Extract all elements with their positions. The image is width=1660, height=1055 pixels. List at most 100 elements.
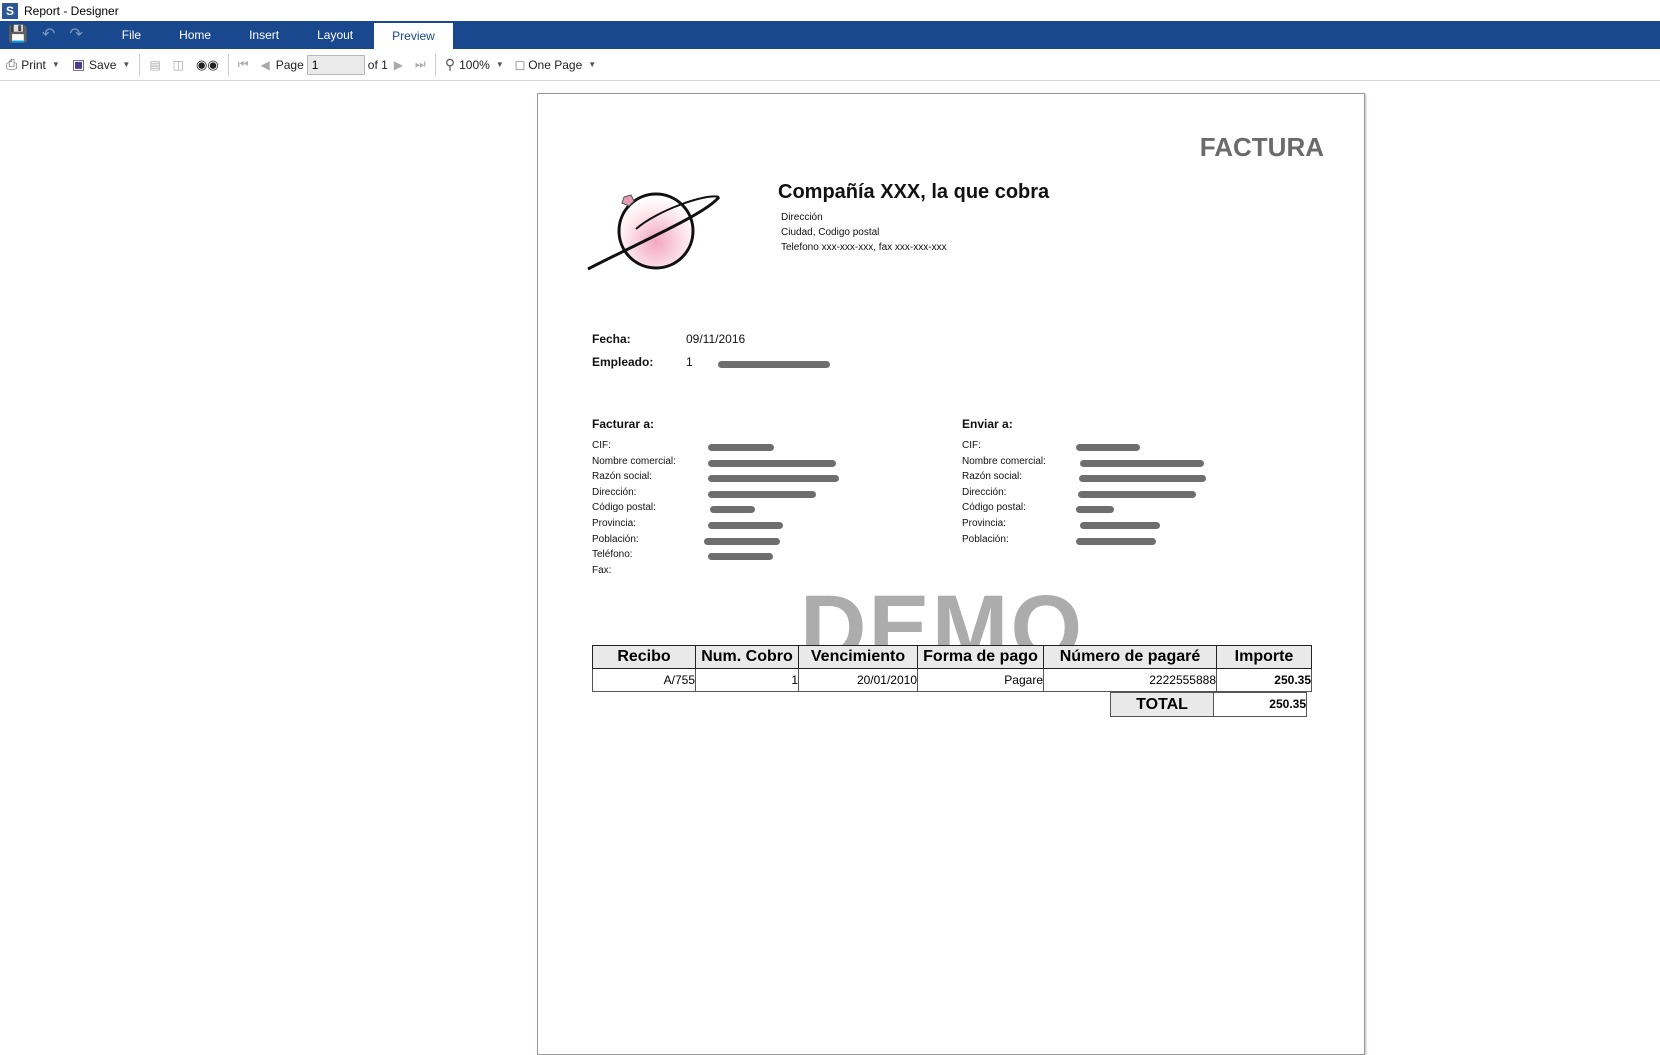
zoom-dropdown[interactable]: ⚲ 100% ▼: [439, 53, 510, 77]
previous-page-button[interactable]: ◀: [255, 53, 276, 77]
chevron-down-icon: ▼: [588, 60, 597, 69]
print-label: Print: [21, 57, 46, 72]
bill-to-field: CIF:: [592, 440, 611, 451]
bill-to-field: Dirección:: [592, 487, 637, 498]
total-row: TOTAL 250.35: [1110, 692, 1307, 717]
column-header: Forma de pago: [917, 645, 1044, 669]
page-label: Page: [275, 57, 304, 72]
chevron-down-icon: ▼: [495, 60, 504, 69]
save-icon[interactable]: 💾: [8, 21, 28, 49]
next-page-button[interactable]: ▶: [388, 53, 409, 77]
redo-icon[interactable]: ↷: [69, 21, 82, 49]
total-value: 250.35: [1214, 692, 1307, 717]
preview-canvas[interactable]: FACTURA Compañía XXX, la que cobra Direc…: [0, 81, 1660, 1055]
zoom-value: 100%: [459, 57, 490, 72]
table-cell: A/755: [592, 668, 696, 692]
redacted-value: [1076, 538, 1156, 545]
fecha-value: 09/11/2016: [686, 332, 746, 346]
redacted-value: [708, 491, 816, 498]
next-page-icon: ▶: [393, 57, 404, 72]
bill-to-field: Teléfono:: [592, 549, 633, 560]
chevron-down-icon: ▼: [51, 60, 60, 69]
redacted-value: [710, 506, 755, 513]
redacted-value: [708, 460, 836, 467]
quick-access-toolbar: 💾 ↶ ↷: [8, 21, 83, 49]
table-header-row: Recibo Num. Cobro Vencimiento Forma de p…: [592, 645, 1312, 669]
app-icon: S: [2, 2, 18, 19]
table-cell: Pagare: [917, 668, 1044, 692]
receipts-table: Recibo Num. Cobro Vencimiento Forma de p…: [592, 645, 1312, 692]
redacted-value: [718, 361, 830, 368]
company-name: Compañía XXX, la que cobra: [778, 181, 1050, 203]
title-bar: S Report - Designer: [0, 0, 1660, 21]
redacted-value: [1080, 522, 1160, 529]
ship-to-field: Población:: [962, 534, 1009, 545]
ship-to-field: Provincia:: [962, 518, 1006, 529]
company-city: Ciudad, Codigo postal: [781, 227, 880, 238]
document-map-button[interactable]: ▤: [143, 53, 166, 77]
bill-to-field: Razón social:: [592, 471, 653, 482]
ship-to-field: Nombre comercial:: [962, 456, 1046, 467]
page-view-icon: □: [515, 56, 525, 73]
toolbar-separator: [139, 53, 141, 76]
ship-to-field: CIF:: [962, 440, 981, 451]
window-title: Report - Designer: [24, 3, 119, 18]
tab-home[interactable]: Home: [160, 21, 230, 49]
redacted-value: [708, 475, 839, 482]
tab-preview[interactable]: Preview: [374, 23, 453, 49]
table-cell: 20/01/2010: [798, 668, 918, 692]
table-cell: 1: [695, 668, 799, 692]
company-phone: Telefono xxx-xxx-xxx, fax xxx-xxx-xxx: [781, 242, 947, 253]
toolbar-separator: [434, 53, 436, 76]
last-page-button[interactable]: ⏭: [409, 53, 432, 77]
redacted-value: [704, 538, 780, 545]
bill-to-field: Provincia:: [592, 518, 636, 529]
redacted-value: [1080, 460, 1204, 467]
ship-to-field: Razón social:: [962, 471, 1023, 482]
report-page: FACTURA Compañía XXX, la que cobra Direc…: [537, 93, 1365, 1055]
first-page-button[interactable]: ⏮: [232, 53, 255, 77]
printer-icon: ⎙: [6, 56, 18, 72]
preview-toolbar: ⎙ Print ▼ ▣ Save ▼ ▤ ◫ ◉◉ ⏮ ◀ Page of 1 …: [0, 49, 1660, 81]
toolbar-separator: [227, 53, 229, 76]
page-number-input[interactable]: [306, 54, 365, 75]
parameters-button[interactable]: ◫: [167, 53, 190, 77]
redacted-value: [1076, 506, 1114, 513]
bill-to-field: Fax:: [592, 565, 612, 576]
fecha-label: Fecha:: [592, 332, 631, 346]
table-row: A/755 1 20/01/2010 Pagare 2222555888 250…: [592, 668, 1312, 692]
column-header: Num. Cobro: [695, 645, 799, 669]
column-header: Recibo: [592, 645, 696, 669]
table-cell: 2222555888: [1043, 668, 1217, 692]
floppy-icon: ▣: [71, 56, 86, 72]
tab-insert[interactable]: Insert: [230, 21, 298, 49]
save-button[interactable]: ▣ Save ▼: [66, 53, 137, 77]
print-button[interactable]: ⎙ Print ▼: [0, 53, 66, 77]
table-cell: 250.35: [1216, 668, 1312, 692]
undo-icon[interactable]: ↶: [42, 21, 55, 49]
save-label: Save: [89, 57, 117, 72]
tab-file[interactable]: File: [103, 21, 160, 49]
bill-to-field: Población:: [592, 534, 639, 545]
column-header: Vencimiento: [798, 645, 918, 669]
find-button[interactable]: ◉◉: [190, 53, 225, 77]
column-header: Importe: [1216, 645, 1312, 669]
redacted-value: [708, 522, 783, 529]
ribbon: 💾 ↶ ↷ File Home Insert Layout Preview: [0, 21, 1660, 49]
ship-to-heading: Enviar a:: [962, 417, 1013, 431]
redacted-value: [708, 553, 773, 560]
bill-to-field: Código postal:: [592, 502, 656, 513]
tab-layout[interactable]: Layout: [298, 21, 372, 49]
redacted-value: [1076, 444, 1140, 451]
bill-to-field: Nombre comercial:: [592, 456, 676, 467]
ship-to-field: Dirección:: [962, 487, 1007, 498]
clipboard-icon: ◫: [172, 57, 185, 72]
view-mode-dropdown[interactable]: □ One Page ▼: [510, 53, 602, 77]
bill-to-heading: Facturar a:: [592, 417, 655, 431]
total-label: TOTAL: [1110, 692, 1214, 717]
first-page-icon: ⏮: [237, 57, 249, 71]
empleado-value: 1: [686, 355, 693, 369]
binoculars-icon: ◉◉: [196, 56, 219, 72]
magnifier-icon: ⚲: [444, 56, 456, 72]
view-mode-value: One Page: [528, 57, 583, 72]
